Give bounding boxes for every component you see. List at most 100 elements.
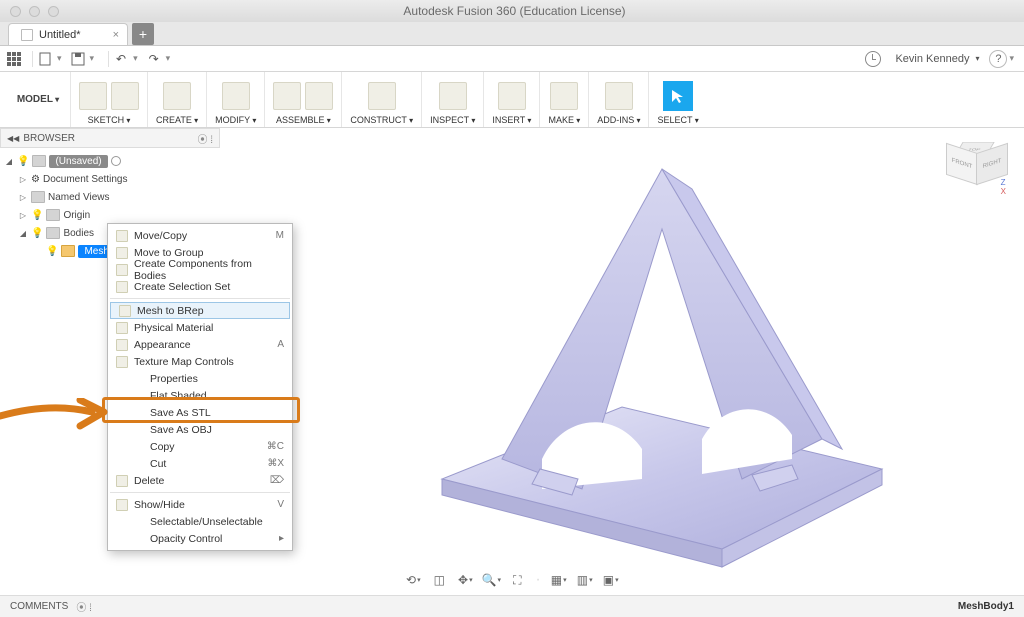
context-item-icon xyxy=(114,499,130,511)
submenu-arrow-icon: ▸ xyxy=(279,533,284,544)
minimize-window-icon[interactable] xyxy=(29,6,40,17)
tree-origin[interactable]: ▷💡 Origin xyxy=(0,206,220,224)
ribbon-group-inspect[interactable]: INSPECT xyxy=(421,72,483,127)
tree-root-label: (Unsaved) xyxy=(49,155,107,168)
mesh-icon xyxy=(61,245,75,257)
context-item[interactable]: Copy⌘C xyxy=(108,438,292,455)
select-icon xyxy=(663,81,693,111)
browser-title: BROWSER xyxy=(23,133,197,144)
document-tab-label: Untitled* xyxy=(39,29,81,41)
bulb-icon[interactable]: 💡 xyxy=(31,228,43,239)
workspace-switcher[interactable]: MODEL xyxy=(6,72,70,127)
bulb-icon[interactable]: 💡 xyxy=(17,156,29,167)
bulb-icon[interactable]: 💡 xyxy=(31,210,43,221)
context-item-icon xyxy=(114,247,130,259)
folder-icon xyxy=(31,191,45,203)
context-item-shortcut: V xyxy=(277,499,284,510)
pan-icon[interactable]: ✥ xyxy=(457,572,473,588)
context-item[interactable]: Mesh to BRep xyxy=(110,302,290,319)
tree-root[interactable]: ◢💡 (Unsaved) xyxy=(0,152,220,170)
annotation-arrow-icon xyxy=(0,398,110,448)
activate-icon[interactable] xyxy=(111,156,121,166)
comments-panel-toggle[interactable]: COMMENTS ⦿ ⁞ xyxy=(10,599,92,614)
context-item[interactable]: Create Components from Bodies xyxy=(108,261,292,278)
context-item[interactable]: Save As STL xyxy=(108,404,292,421)
ribbon-group-select[interactable]: SELECT xyxy=(648,72,706,127)
context-item-label: Copy xyxy=(130,441,267,453)
grid-icon[interactable]: ▥ xyxy=(577,572,593,588)
save-icon[interactable] xyxy=(70,51,86,67)
context-item-label: Delete xyxy=(130,475,270,487)
assemble2-icon xyxy=(305,82,333,110)
context-item-icon xyxy=(114,322,130,334)
help-button[interactable]: ? xyxy=(989,50,1007,68)
context-item[interactable]: Create Selection Set xyxy=(108,278,292,295)
context-item[interactable]: Flat Shaded xyxy=(108,387,292,404)
ribbon-group-insert[interactable]: INSERT xyxy=(483,72,539,127)
context-item[interactable]: Physical Material xyxy=(108,319,292,336)
user-menu[interactable]: Kevin Kennedy▾ xyxy=(895,53,979,65)
context-separator xyxy=(110,492,290,493)
addins-icon xyxy=(605,82,633,110)
redo-icon[interactable]: ↷ xyxy=(146,51,162,67)
model-render xyxy=(322,139,902,579)
close-window-icon[interactable] xyxy=(10,6,21,17)
zoom-icon[interactable]: 🔍 xyxy=(483,572,499,588)
jobs-clock-icon[interactable] xyxy=(865,51,881,67)
context-item[interactable]: Save As OBJ xyxy=(108,421,292,438)
context-item-label: Texture Map Controls xyxy=(130,356,284,368)
viewcube[interactable]: TOP FRONT RIGHT ZX xyxy=(944,136,1000,192)
tree-label: Named Views xyxy=(48,192,110,203)
ribbon-group-addins[interactable]: ADD-INS xyxy=(588,72,648,127)
context-item-label: Mesh to BRep xyxy=(133,305,281,317)
comments-label: COMMENTS xyxy=(10,601,68,612)
ribbon-group-modify[interactable]: MODIFY xyxy=(206,72,264,127)
ribbon-group-create[interactable]: CREATE xyxy=(147,72,206,127)
file-menu-icon[interactable] xyxy=(37,51,53,67)
context-item[interactable]: AppearanceA xyxy=(108,336,292,353)
fit-icon[interactable]: ⛶ xyxy=(509,572,525,588)
bulb-icon[interactable]: 💡 xyxy=(46,246,58,257)
context-item-label: Create Components from Bodies xyxy=(130,258,284,282)
sketch-rect-icon xyxy=(111,82,139,110)
document-tab[interactable]: Untitled* × xyxy=(8,23,128,45)
viewport-3d[interactable] xyxy=(240,132,984,585)
context-item-label: Properties xyxy=(130,373,284,385)
undo-icon[interactable]: ↶ xyxy=(113,51,129,67)
context-item[interactable]: Delete⌦ xyxy=(108,472,292,489)
orbit-icon[interactable]: ⟲ xyxy=(405,572,421,588)
context-item-shortcut: M xyxy=(276,230,284,241)
context-item-icon xyxy=(117,305,133,317)
display-style-icon[interactable]: ▦ xyxy=(551,572,567,588)
pin-icon[interactable]: ⦿ ⁞ xyxy=(76,599,92,614)
traffic-lights xyxy=(10,6,59,17)
ribbon-group-assemble[interactable]: ASSEMBLE xyxy=(264,72,341,127)
tree-named-views[interactable]: ▷ Named Views xyxy=(0,188,220,206)
browser-header[interactable]: ◀◀ BROWSER ⦿ ⁞ xyxy=(0,128,220,148)
context-item[interactable]: Opacity Control▸ xyxy=(108,530,292,547)
collapse-browser-icon[interactable]: ◀◀ xyxy=(7,134,19,143)
ribbon-group-sketch[interactable]: SKETCH xyxy=(70,72,147,127)
tree-document-settings[interactable]: ▷⚙ Document Settings xyxy=(0,170,220,188)
app-grid-icon[interactable] xyxy=(6,51,22,67)
context-item[interactable]: Cut⌘X xyxy=(108,455,292,472)
folder-icon xyxy=(46,227,60,239)
new-tab-button[interactable]: + xyxy=(132,23,154,45)
modify-icon xyxy=(222,82,250,110)
context-item[interactable]: Move/CopyM xyxy=(108,227,292,244)
ribbon-group-construct[interactable]: CONSTRUCT xyxy=(341,72,421,127)
window-title: Autodesk Fusion 360 (Education License) xyxy=(59,4,970,18)
context-item[interactable]: Texture Map Controls xyxy=(108,353,292,370)
context-item-label: Create Selection Set xyxy=(130,281,284,293)
pin-icon[interactable]: ⦿ ⁞ xyxy=(197,131,213,146)
context-item-shortcut: A xyxy=(277,339,284,350)
context-item[interactable]: Selectable/Unselectable xyxy=(108,513,292,530)
context-separator xyxy=(110,298,290,299)
ribbon-group-make[interactable]: MAKE xyxy=(539,72,588,127)
context-item[interactable]: Show/HideV xyxy=(108,496,292,513)
viewport-layout-icon[interactable]: ▣ xyxy=(603,572,619,588)
context-item[interactable]: Properties xyxy=(108,370,292,387)
look-at-icon[interactable]: ◫ xyxy=(431,572,447,588)
close-tab-icon[interactable]: × xyxy=(113,29,119,41)
zoom-window-icon[interactable] xyxy=(48,6,59,17)
